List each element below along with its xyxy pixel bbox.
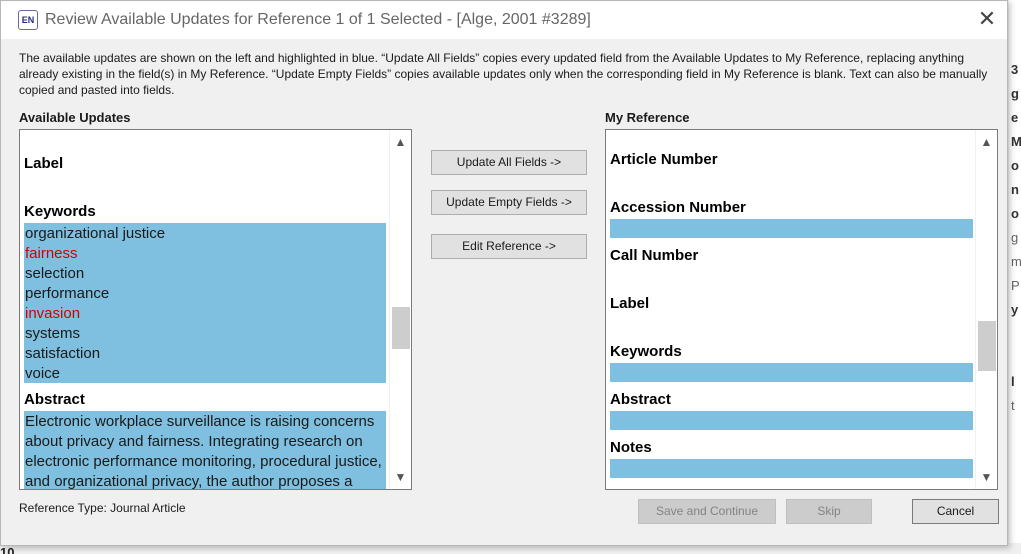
scroll-up-icon[interactable]: ▲ [976,132,997,152]
field-label-keywords: Keywords [24,203,96,220]
abstract-line: and organizational privacy, the author p… [25,473,353,490]
close-icon: ✕ [977,6,997,31]
skip-button[interactable]: Skip [786,499,872,524]
available-updates-scrollbar[interactable]: ▲ ▼ [389,130,411,489]
scroll-thumb[interactable] [392,307,410,349]
available-updates-list[interactable]: Label Keywords organizational justice fa… [19,129,412,490]
abstract-update-block[interactable]: Electronic workplace surveillance is rai… [24,411,386,490]
save-and-continue-button[interactable]: Save and Continue [638,499,776,524]
accession-number-empty-field[interactable] [610,219,973,238]
field-label-keywords: Keywords [610,343,682,360]
update-all-fields-button[interactable]: Update All Fields -> [431,150,587,175]
background-text: g [1011,230,1019,245]
keyword-item: performance [25,285,110,302]
keyword-item-new: fairness [25,245,78,262]
my-reference-scrollbar[interactable]: ▲ ▼ [975,130,997,489]
abstract-empty-field[interactable] [610,411,973,430]
keyword-item: voice [25,365,61,382]
update-empty-fields-button[interactable]: Update Empty Fields -> [431,190,587,215]
field-label-abstract: Abstract [610,391,671,408]
reference-type-label: Reference Type: Journal Article [19,501,186,515]
keyword-item-new: invasion [25,305,81,322]
keywords-update-block[interactable]: organizational justice fairness selectio… [24,223,386,383]
keyword-item: selection [25,265,85,282]
background-text: P [1011,278,1020,293]
scroll-down-icon[interactable]: ▼ [976,467,997,487]
field-label-call-number: Call Number [610,247,699,264]
review-updates-dialog: EN Review Available Updates for Referenc… [0,0,1008,546]
scroll-down-icon[interactable]: ▼ [390,467,411,487]
cancel-button[interactable]: Cancel [912,499,999,524]
background-text: t [1011,398,1015,413]
field-label-accession-number: Accession Number [610,199,746,216]
background-text: y [1011,302,1019,317]
background-text: M [1011,134,1021,149]
window-title: Review Available Updates for Reference 1… [45,11,591,28]
background-text: g [1011,86,1019,101]
background-text: 3 [1011,62,1019,77]
background-text: o [1011,206,1019,221]
close-button[interactable]: ✕ [973,7,1001,33]
background-text: m [1011,254,1021,269]
keyword-item: satisfaction [25,345,101,362]
notes-empty-field[interactable] [610,459,973,478]
field-label-article-number: Article Number [610,151,718,168]
abstract-line: electronic performance monitoring, proce… [25,453,382,470]
edit-reference-button[interactable]: Edit Reference -> [431,234,587,259]
background-text: e [1011,110,1019,125]
instructions-text: The available updates are shown on the l… [19,51,988,97]
keywords-empty-field[interactable] [610,363,973,382]
field-label-abstract: Abstract [24,391,85,408]
background-text: o [1011,158,1019,173]
scroll-thumb[interactable] [978,321,996,371]
field-label-label: Label [610,295,650,312]
available-updates-heading: Available Updates [19,110,131,125]
background-text: n [1011,182,1019,197]
endnote-app-icon: EN [18,10,38,30]
scroll-up-icon[interactable]: ▲ [390,132,411,152]
background-text: l [1011,374,1015,389]
keyword-item: systems [25,325,81,342]
title-bar: EN Review Available Updates for Referenc… [1,1,1007,39]
abstract-line: about privacy and fairness. Integrating … [25,433,363,450]
keyword-item: organizational justice [25,225,166,242]
my-reference-heading: My Reference [605,110,690,125]
abstract-line: Electronic workplace surveillance is rai… [25,413,375,430]
my-reference-list[interactable]: Article Number Accession Number Call Num… [605,129,998,490]
field-label-label: Label [24,155,64,172]
field-label-notes: Notes [610,439,652,456]
background-bottom-text: 10 [0,545,15,554]
